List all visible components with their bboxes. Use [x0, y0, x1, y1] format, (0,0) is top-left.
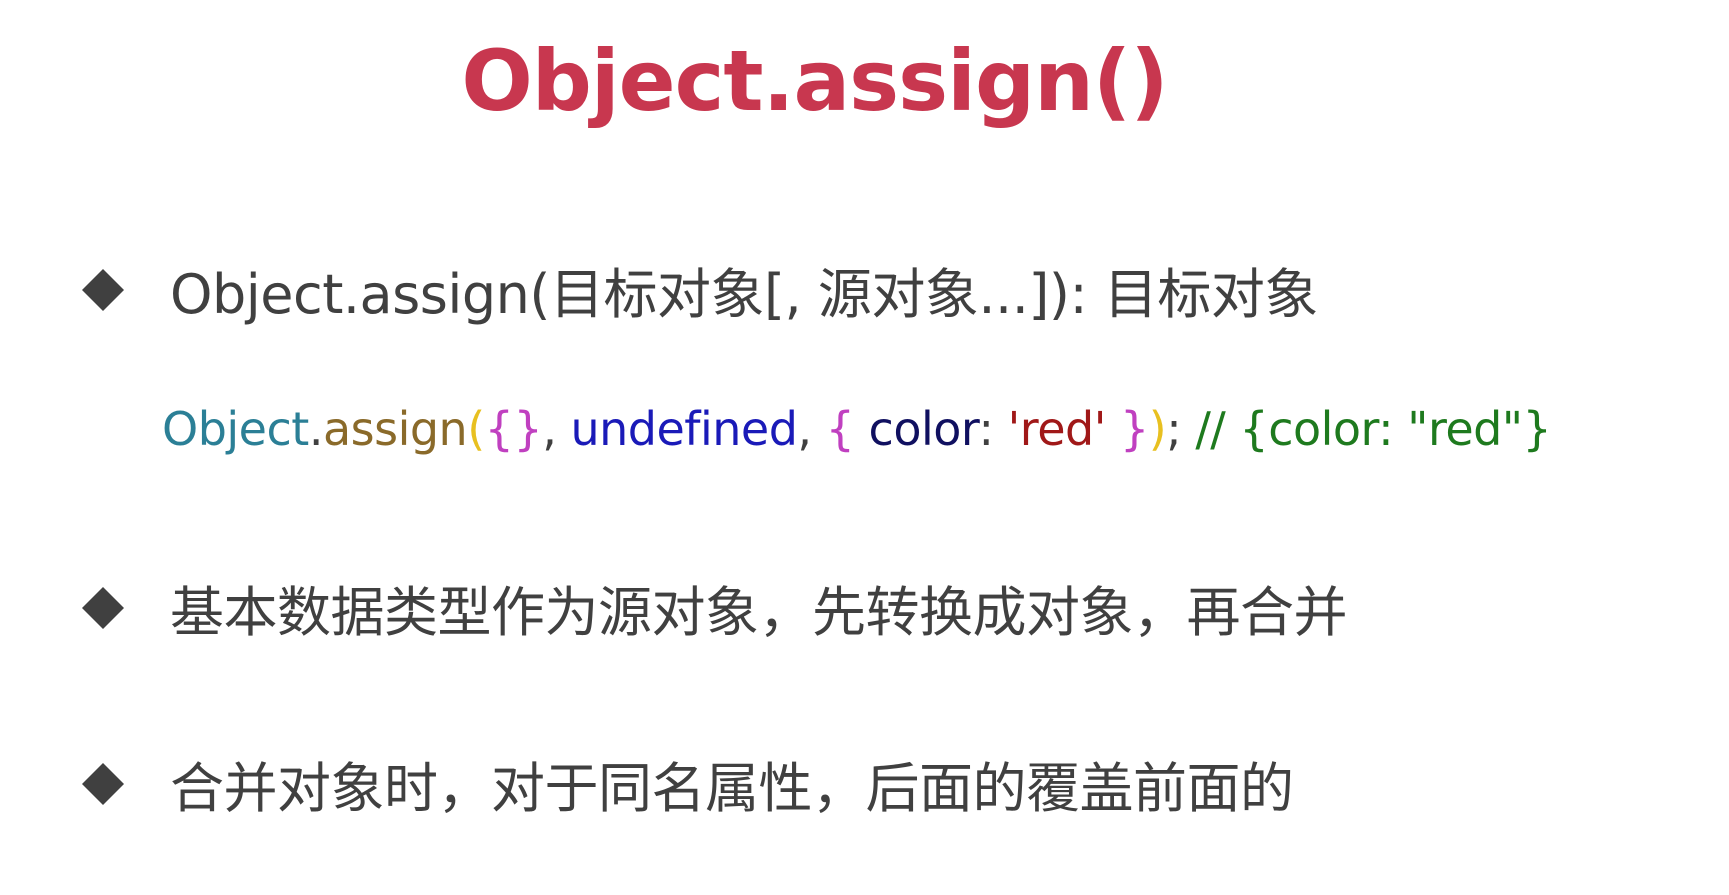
diamond-icon	[82, 268, 124, 311]
code-token: .	[308, 402, 324, 456]
code-token: {}	[484, 402, 543, 456]
code-token: }	[1105, 402, 1149, 456]
diamond-icon	[82, 762, 124, 805]
code-token: )	[1148, 402, 1167, 456]
code-token: 'red'	[1007, 402, 1107, 456]
bullet-item: 合并对象时，对于同名属性，后面的覆盖前面的	[80, 744, 1294, 823]
slide: Object.assign() Object.assign(目标对象[, 源对象…	[0, 0, 1729, 895]
code-token: color	[868, 402, 979, 456]
code-token: assign	[322, 402, 468, 456]
code-token: undefined	[570, 402, 798, 456]
bullet-text: Object.assign(目标对象[, 源对象...]): 目标对象	[170, 263, 1318, 326]
bullet-item: Object.assign(目标对象[, 源对象...]): 目标对象	[80, 250, 1318, 329]
diamond-icon	[82, 586, 124, 629]
code-token: Object	[162, 402, 309, 456]
code-example: Object.assign({}, undefined, { color: 'r…	[162, 402, 1552, 456]
code-token: ;	[1166, 402, 1196, 456]
code-token: // {color: "red"}	[1195, 402, 1552, 456]
code-token: ,	[542, 402, 571, 456]
code-token: {	[825, 402, 869, 456]
page-title: Object.assign()	[461, 32, 1168, 130]
bullet-item: 基本数据类型作为源对象，先转换成对象，再合并	[80, 568, 1348, 647]
bullet-text: 基本数据类型作为源对象，先转换成对象，再合并	[170, 581, 1348, 644]
code-token: ,	[797, 402, 826, 456]
code-token: :	[978, 402, 1008, 456]
bullet-text: 合并对象时，对于同名属性，后面的覆盖前面的	[170, 757, 1294, 820]
code-token: (	[467, 402, 485, 456]
